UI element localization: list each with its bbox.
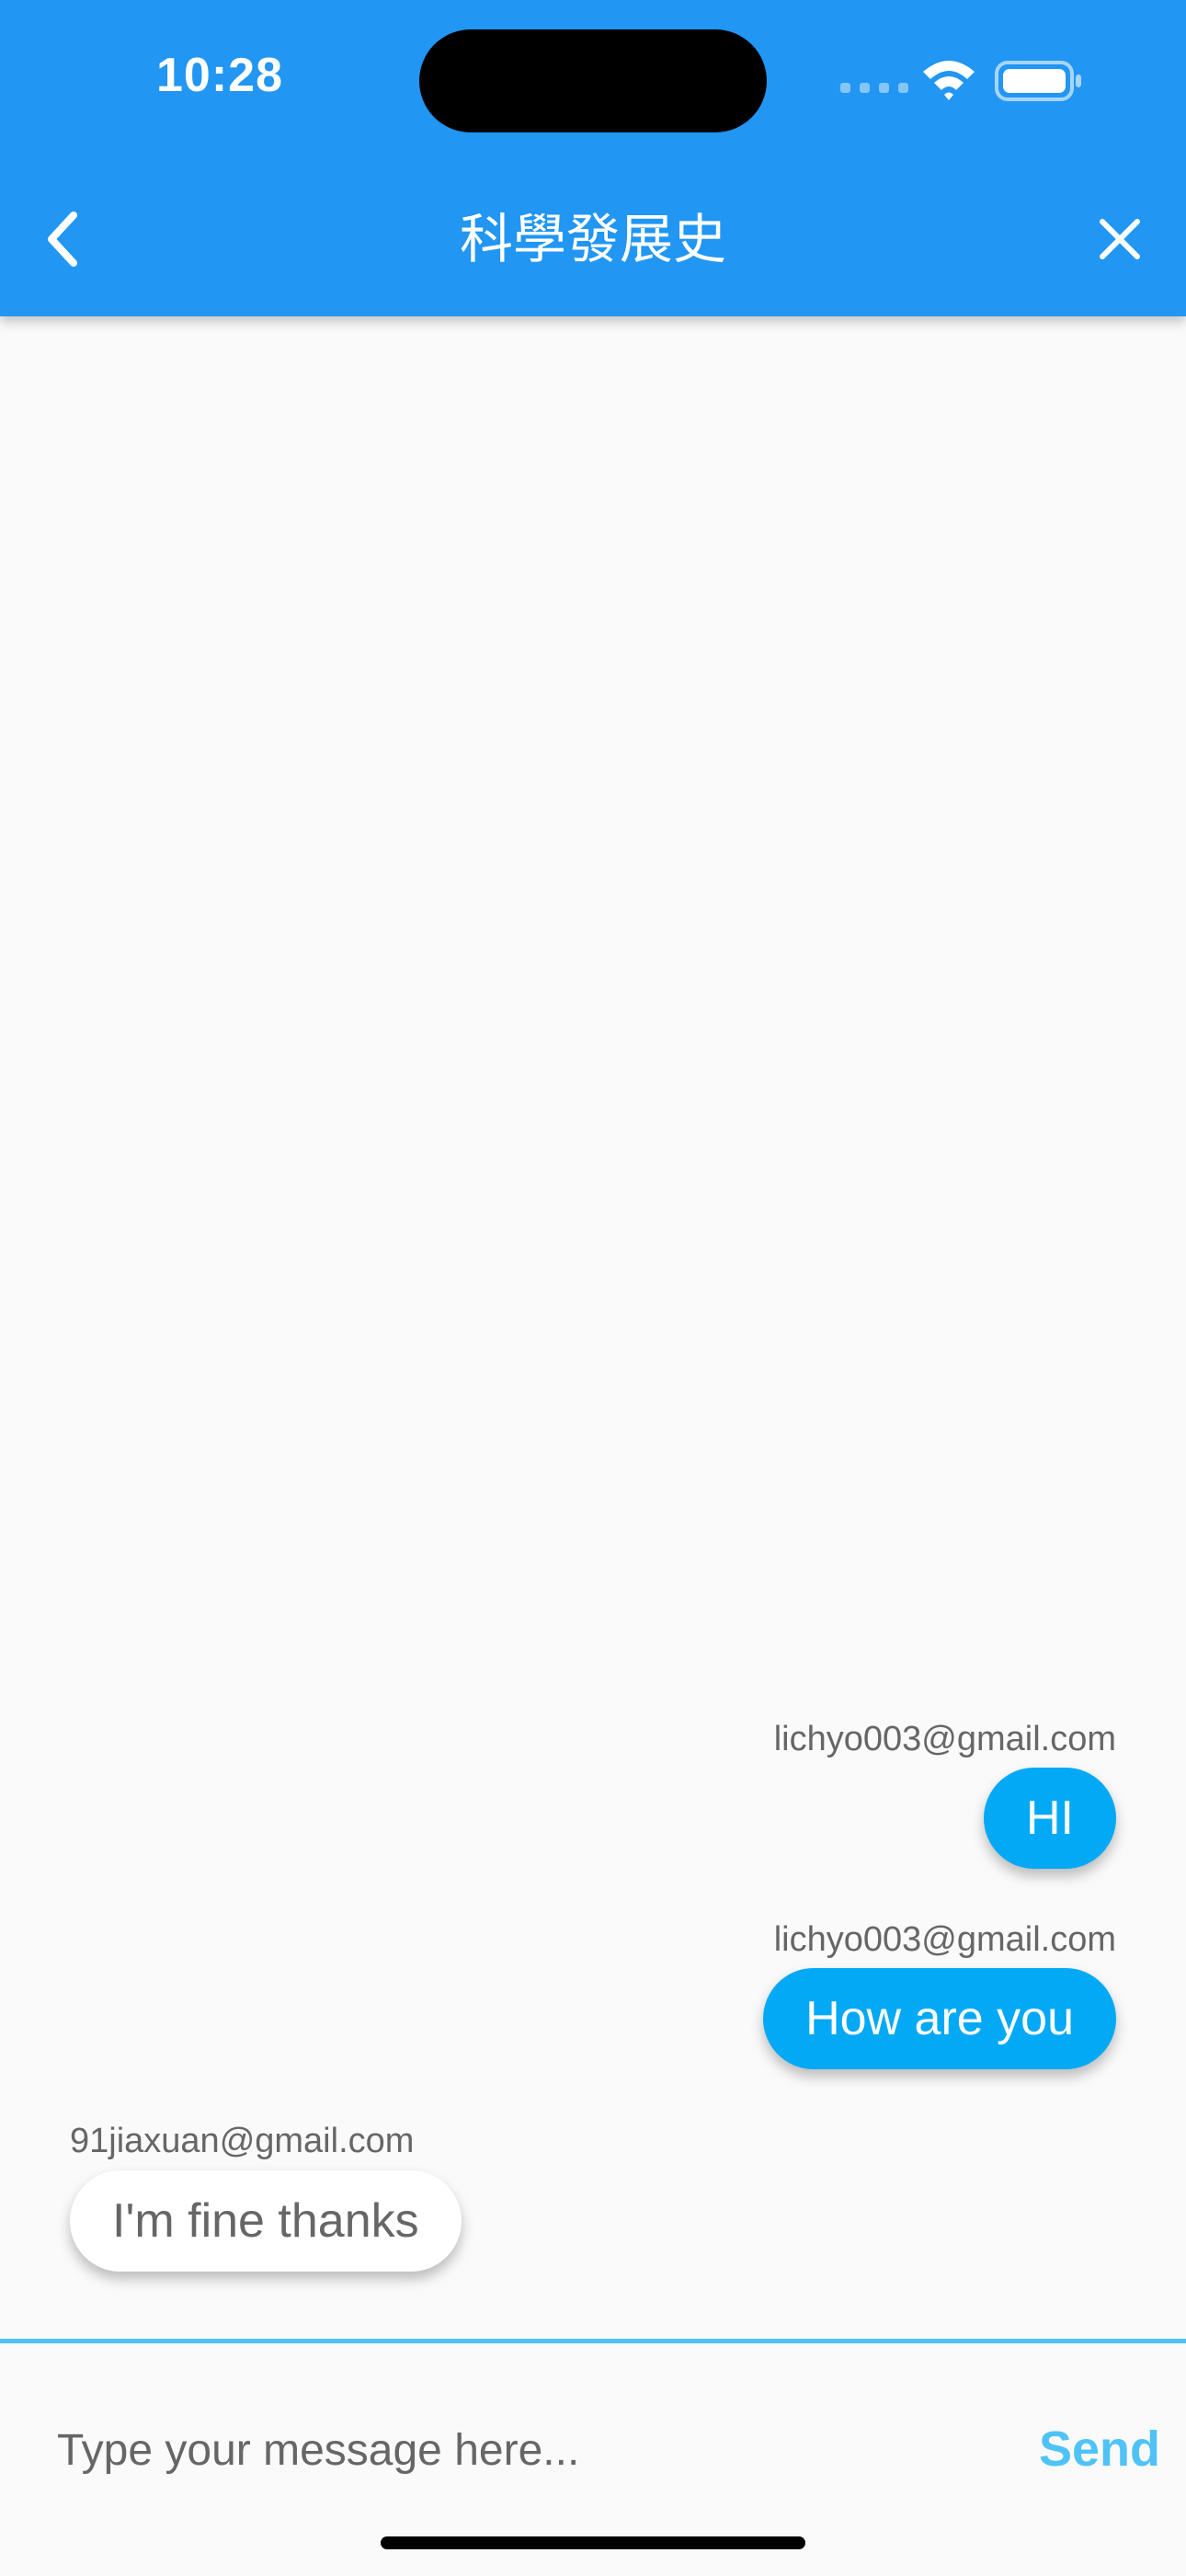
message-bubble: HI	[984, 1768, 1116, 1869]
message-sender: lichyo003@gmail.com	[773, 1920, 1116, 1959]
dynamic-island	[419, 29, 767, 132]
chevron-left-icon	[48, 212, 77, 267]
app-bar: 10:28 科學發展史	[0, 0, 1186, 316]
status-time: 10:28	[156, 49, 283, 102]
message-sender: 91jiaxuan@gmail.com	[70, 2122, 415, 2160]
message-bubble: How are you	[763, 1968, 1116, 2069]
wifi-icon	[923, 61, 975, 100]
close-icon	[1100, 219, 1140, 259]
back-button[interactable]	[24, 199, 105, 280]
message-bubble: I'm fine thanks	[70, 2170, 462, 2272]
message-list[interactable]: lichyo003@gmail.com HI lichyo003@gmail.c…	[0, 316, 1186, 2340]
page-title: 科學發展史	[459, 208, 726, 270]
battery-icon	[995, 61, 1081, 101]
message-input[interactable]	[55, 2399, 978, 2502]
home-indicator[interactable]	[381, 2536, 805, 2549]
close-button[interactable]	[1079, 199, 1160, 280]
message-sender: lichyo003@gmail.com	[773, 1720, 1116, 1758]
send-button[interactable]: Send	[1039, 2399, 1160, 2500]
signal-icon	[840, 83, 908, 93]
